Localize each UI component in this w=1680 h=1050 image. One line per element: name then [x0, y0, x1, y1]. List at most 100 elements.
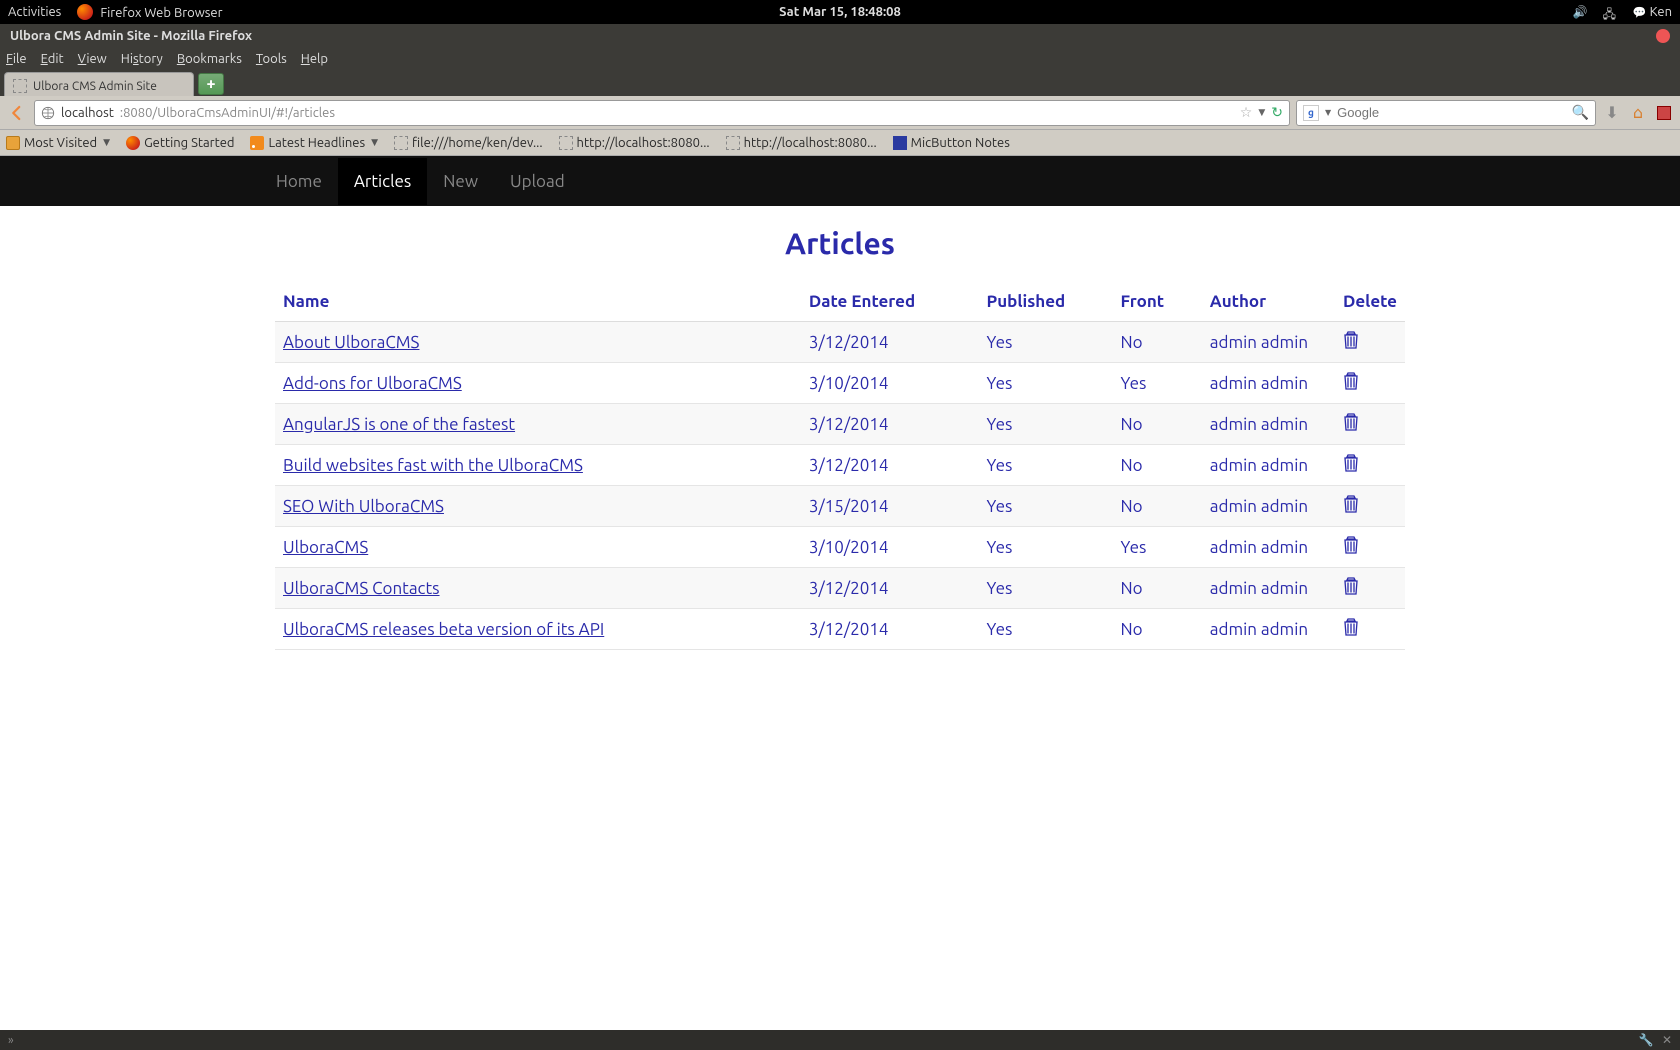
article-link[interactable]: UlboraCMS Contacts [283, 579, 440, 598]
cell-date: 3/12/2014 [801, 445, 979, 486]
user-menu[interactable]: Ken [1633, 5, 1672, 19]
page-icon [394, 136, 408, 150]
bookmark-most-visited[interactable]: Most Visited ▼ [6, 136, 110, 150]
col-date[interactable]: Date Entered [801, 282, 979, 322]
articles-table: Name Date Entered Published Front Author… [275, 282, 1405, 650]
addon-bar-close-icon[interactable]: ✕ [1662, 1034, 1672, 1047]
delete-button[interactable] [1343, 375, 1359, 394]
browser-tab[interactable]: Ulbora CMS Admin Site [4, 72, 194, 96]
article-link[interactable]: SEO With UlboraCMS [283, 497, 444, 516]
cell-date: 3/12/2014 [801, 568, 979, 609]
bookmark-getting-started[interactable]: Getting Started [126, 136, 234, 150]
url-bar[interactable]: localhost:8080/UlboraCmsAdminUI/#!/artic… [34, 100, 1290, 126]
cell-front: No [1113, 568, 1202, 609]
table-row: UlboraCMS3/10/2014YesYesadmin admin [275, 527, 1405, 568]
active-app-label: Firefox Web Browser [100, 6, 222, 20]
cell-front: No [1113, 322, 1202, 363]
menu-tools[interactable]: Tools [256, 52, 287, 66]
cell-front: No [1113, 404, 1202, 445]
nav-home[interactable]: Home [260, 158, 338, 205]
url-host: localhost [61, 106, 114, 120]
nav-articles[interactable]: Articles [338, 158, 427, 205]
cell-author: admin admin [1202, 445, 1335, 486]
article-link[interactable]: Build websites fast with the UlboraCMS [283, 456, 583, 475]
window-titlebar: Ulbora CMS Admin Site - Mozilla Firefox [0, 24, 1680, 48]
volume-icon[interactable] [1573, 5, 1587, 19]
globe-icon [41, 106, 55, 120]
table-row: UlboraCMS releases beta version of its A… [275, 609, 1405, 650]
cell-date: 3/12/2014 [801, 609, 979, 650]
menu-file[interactable]: File [6, 52, 27, 66]
downloads-icon[interactable]: ⬇ [1602, 103, 1622, 123]
gnome-top-panel: Activities Firefox Web Browser Sat Mar 1… [0, 0, 1680, 24]
nav-new[interactable]: New [427, 158, 494, 205]
chevron-down-icon: ▼ [103, 137, 110, 148]
menu-history[interactable]: History [121, 52, 163, 66]
bookmark-label: http://localhost:8080... [744, 136, 877, 150]
reload-icon[interactable]: ↻ [1271, 104, 1283, 121]
delete-button[interactable] [1343, 416, 1359, 435]
bookmark-latest-headlines[interactable]: Latest Headlines ▼ [250, 136, 378, 150]
col-name[interactable]: Name [275, 282, 801, 322]
rss-icon [250, 136, 264, 150]
bookmark-star-icon[interactable]: ☆ [1240, 104, 1253, 121]
bookmark-label: Latest Headlines [268, 136, 365, 150]
col-delete[interactable]: Delete [1335, 282, 1405, 322]
table-row: SEO With UlboraCMS3/15/2014YesNoadmin ad… [275, 486, 1405, 527]
page-viewport[interactable]: Home Articles New Upload Articles Name D… [0, 156, 1680, 1030]
user-label: Ken [1650, 5, 1672, 19]
delete-button[interactable] [1343, 539, 1359, 558]
network-icon[interactable] [1603, 5, 1617, 19]
delete-button[interactable] [1343, 580, 1359, 599]
cell-published: Yes [978, 404, 1112, 445]
col-published[interactable]: Published [978, 282, 1112, 322]
col-front[interactable]: Front [1113, 282, 1202, 322]
col-author[interactable]: Author [1202, 282, 1335, 322]
article-link[interactable]: UlboraCMS releases beta version of its A… [283, 620, 604, 639]
menu-edit[interactable]: Edit [41, 52, 64, 66]
search-icon[interactable]: 🔍 [1572, 104, 1589, 121]
url-history-dropdown-icon[interactable]: ▼ [1258, 107, 1265, 118]
cell-front: No [1113, 445, 1202, 486]
active-app-indicator[interactable]: Firefox Web Browser [77, 4, 222, 20]
delete-button[interactable] [1343, 334, 1359, 353]
window-close-button[interactable] [1656, 29, 1670, 43]
bookmark-http-1[interactable]: http://localhost:8080... [559, 136, 710, 150]
nav-upload[interactable]: Upload [494, 158, 581, 205]
article-link[interactable]: UlboraCMS [283, 538, 368, 557]
search-engine-dropdown-icon[interactable]: ▼ [1325, 108, 1331, 117]
new-tab-button[interactable]: + [198, 73, 224, 95]
delete-button[interactable] [1343, 457, 1359, 476]
search-input[interactable] [1337, 105, 1565, 120]
table-row: UlboraCMS Contacts3/12/2014YesNoadmin ad… [275, 568, 1405, 609]
article-link[interactable]: AngularJS is one of the fastest [283, 415, 515, 434]
article-link[interactable]: Add-ons for UlboraCMS [283, 374, 462, 393]
cell-published: Yes [978, 445, 1112, 486]
menu-help[interactable]: Help [301, 52, 328, 66]
activities-button[interactable]: Activities [8, 5, 61, 19]
article-link[interactable]: About UlboraCMS [283, 333, 419, 352]
delete-button[interactable] [1343, 621, 1359, 640]
menu-bookmarks[interactable]: Bookmarks [177, 52, 242, 66]
bookmarks-toolbar: Most Visited ▼ Getting Started Latest He… [0, 130, 1680, 156]
bookmark-label: Most Visited [24, 136, 97, 150]
menu-view[interactable]: View [78, 52, 107, 66]
cell-date: 3/12/2014 [801, 404, 979, 445]
bookmark-http-2[interactable]: http://localhost:8080... [726, 136, 877, 150]
search-bar[interactable]: g ▼ 🔍 [1296, 100, 1596, 126]
delete-button[interactable] [1343, 498, 1359, 517]
bookmark-micbutton[interactable]: MicButton Notes [893, 136, 1010, 150]
table-row: About UlboraCMS3/12/2014YesNoadmin admin [275, 322, 1405, 363]
toolbar-extra-icon[interactable] [1654, 103, 1674, 123]
google-engine-icon[interactable]: g [1303, 105, 1319, 121]
firefox-icon [126, 136, 140, 150]
addon-bar-expand-icon[interactable]: » [8, 1034, 12, 1047]
home-icon[interactable]: ⌂ [1628, 103, 1648, 123]
bookmark-file-link[interactable]: file:///home/ken/dev... [394, 136, 543, 150]
back-button[interactable] [6, 102, 28, 124]
page-icon [559, 136, 573, 150]
addon-bar-right: 🔧 ✕ [1639, 1033, 1672, 1047]
wrench-icon[interactable]: 🔧 [1639, 1034, 1654, 1047]
clock[interactable]: Sat Mar 15, 18:48:08 [779, 5, 901, 19]
page-title: Articles [275, 226, 1405, 260]
